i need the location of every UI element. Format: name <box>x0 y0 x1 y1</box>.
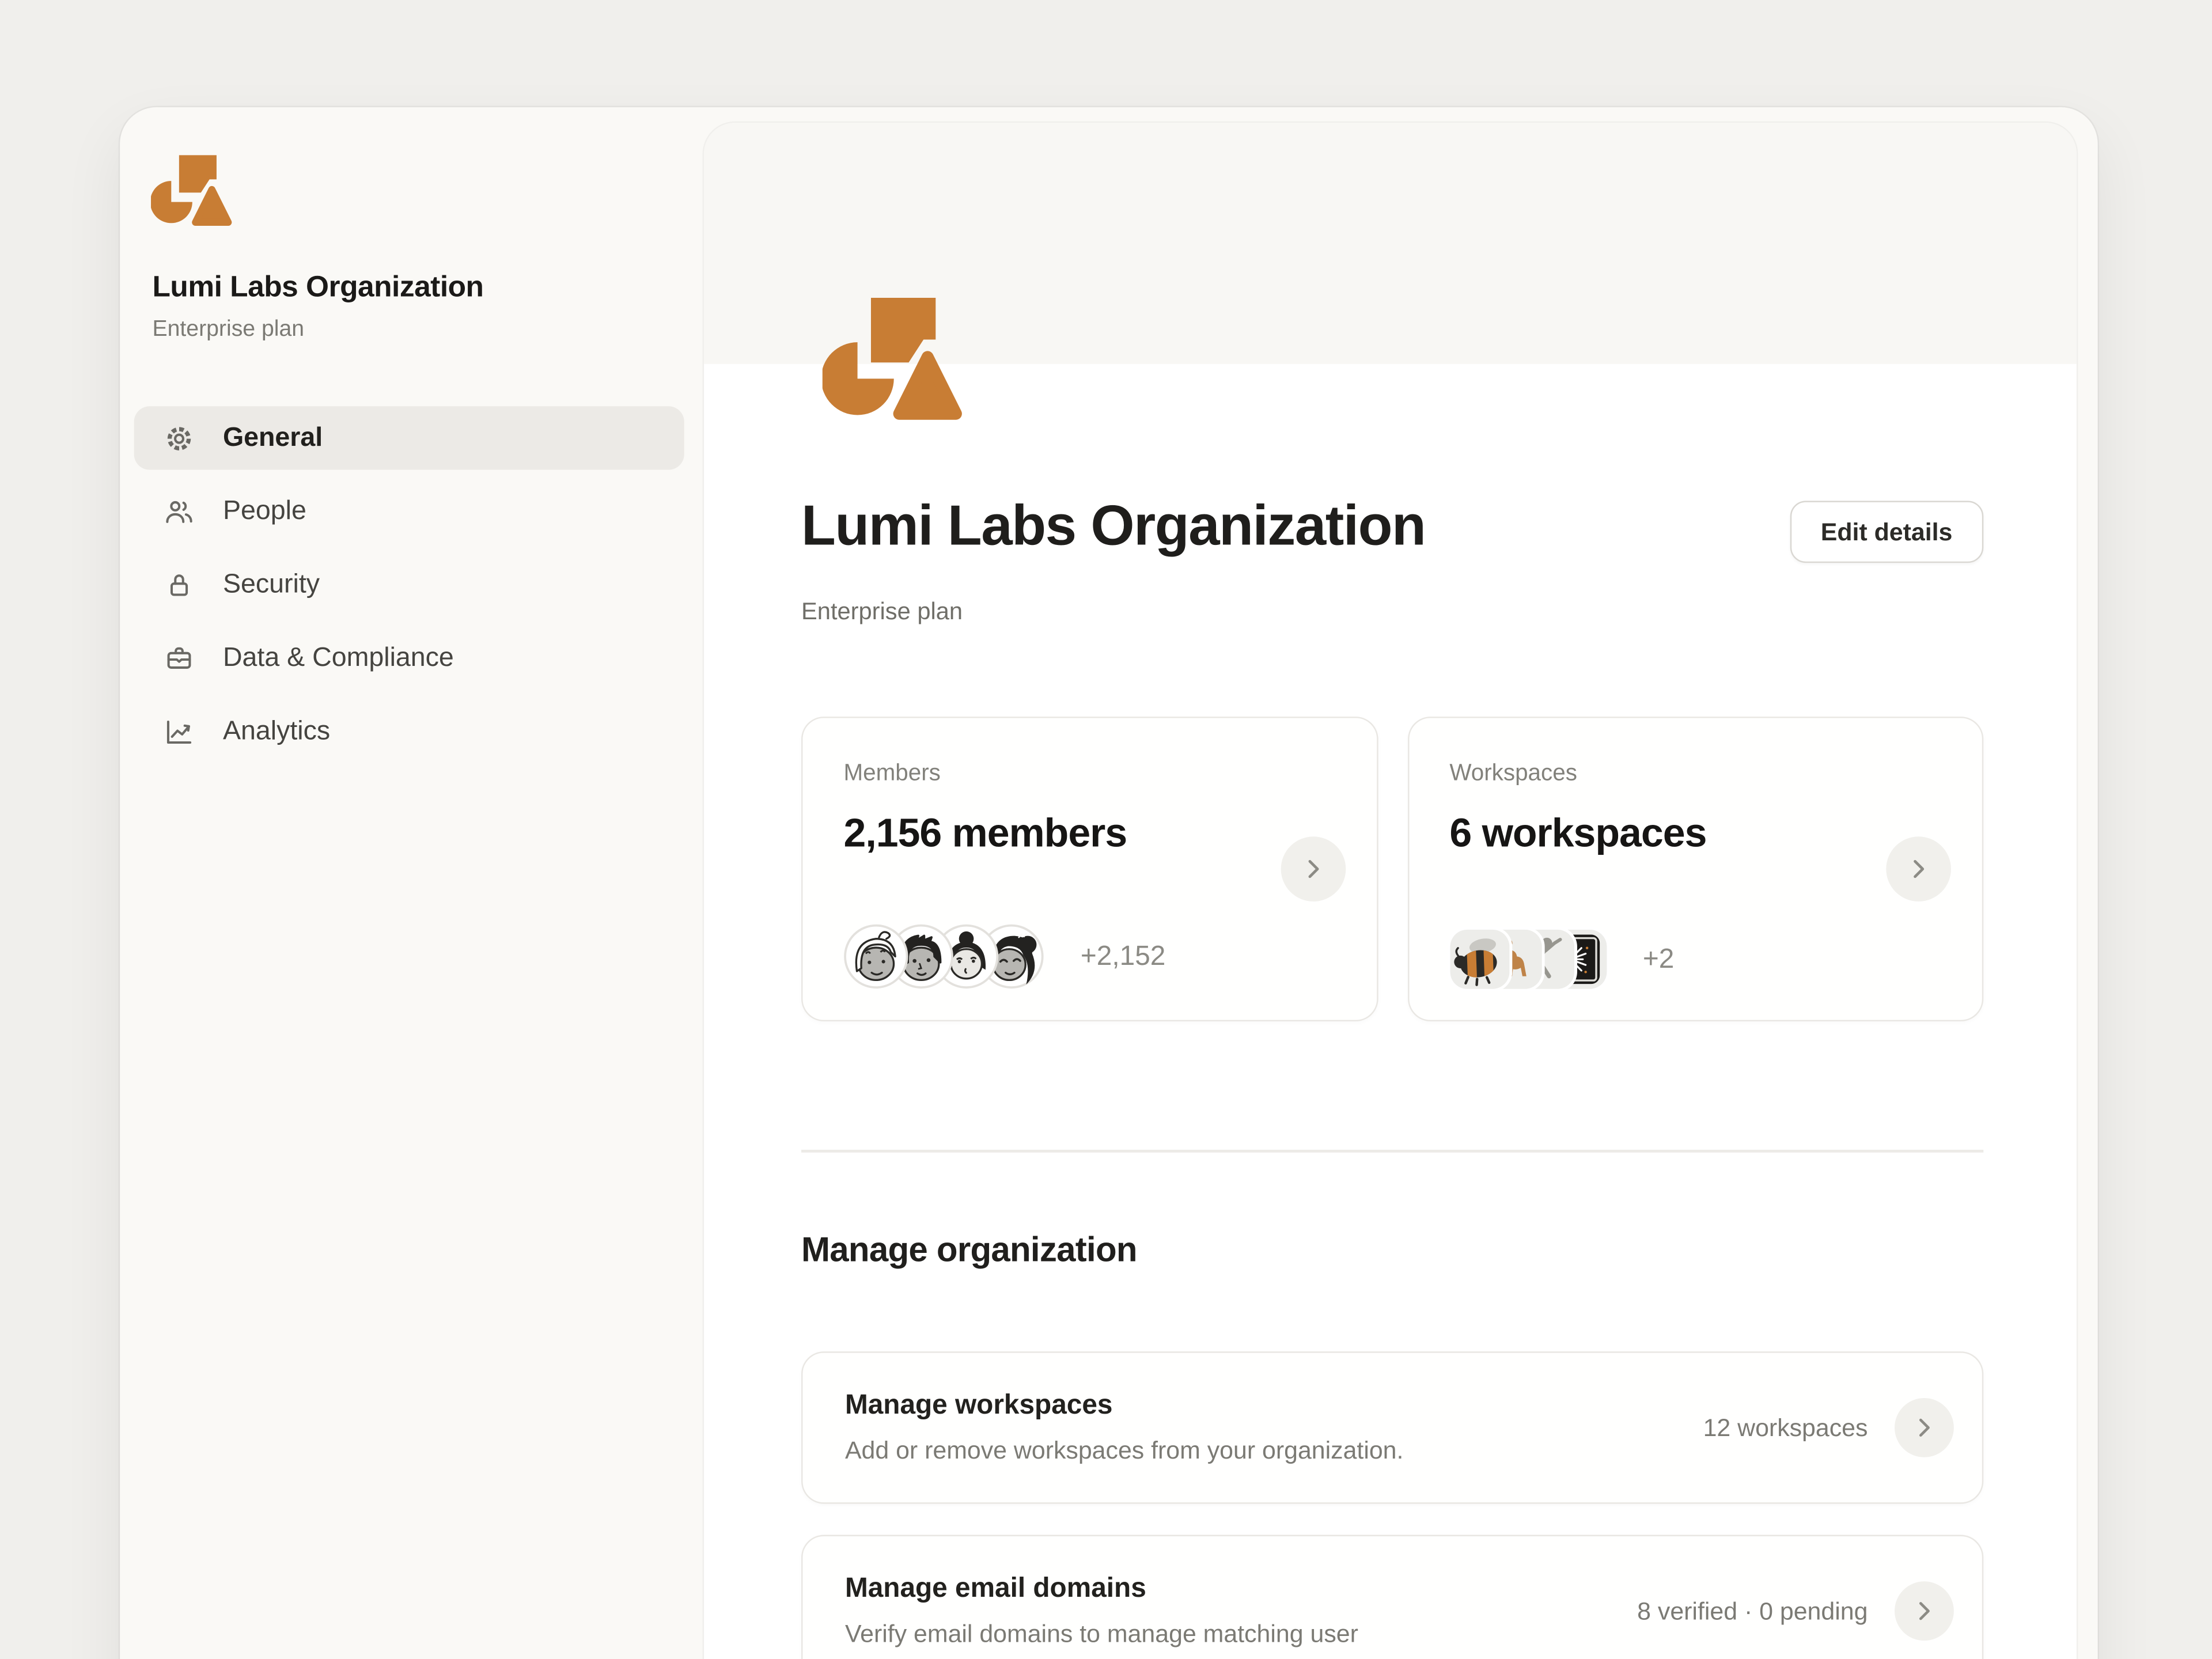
org-logo-large <box>823 296 974 426</box>
members-count: 2,156 members <box>843 811 1127 858</box>
sidebar-plan-label: Enterprise plan <box>152 317 304 343</box>
members-card[interactable]: Members 2,156 members <box>801 717 1377 1021</box>
manage-email-domains-description: Verify email domains to manage matching … <box>845 1619 1637 1649</box>
chevron-right-icon <box>1904 855 1933 883</box>
edit-details-button[interactable]: Edit details <box>1790 501 1983 563</box>
section-divider <box>801 1150 1983 1153</box>
bee-emoji-tile <box>1449 930 1509 989</box>
sidebar-item-people[interactable]: People <box>134 480 684 543</box>
chevron-right-icon <box>1910 1414 1938 1442</box>
page-title: Lumi Labs Organization <box>801 495 1425 559</box>
members-card-label: Members <box>843 760 940 787</box>
manage-email-domains-title: Manage email domains <box>845 1573 1637 1605</box>
manage-email-domains-meta: 8 verified · 0 pending <box>1637 1596 1868 1626</box>
sidebar-item-analytics[interactable]: Analytics <box>134 700 684 763</box>
manage-workspaces-meta: 12 workspaces <box>1703 1413 1868 1442</box>
sidebar-item-label: People <box>223 496 306 527</box>
stat-cards: Members 2,156 members <box>801 717 1983 1021</box>
members-overflow-count: +2,152 <box>1081 940 1165 972</box>
sidebar: Lumi Labs Organization Enterprise plan G… <box>120 107 704 1659</box>
members-chevron-button[interactable] <box>1280 836 1345 902</box>
workspaces-card[interactable]: Workspaces 6 workspaces <box>1407 717 1983 1021</box>
manage-rows: Manage workspaces Add or remove workspac… <box>801 1351 1983 1659</box>
sidebar-item-label: Analytics <box>223 716 330 747</box>
manage-email-domains-chevron-button[interactable] <box>1895 1581 1954 1641</box>
sidebar-item-security[interactable]: Security <box>134 553 684 616</box>
manage-workspaces-chevron-button[interactable] <box>1895 1398 1954 1457</box>
sidebar-item-data-compliance[interactable]: Data & Compliance <box>134 626 684 690</box>
workspaces-chevron-button[interactable] <box>1886 836 1951 902</box>
plan-label: Enterprise plan <box>801 598 963 626</box>
app-frame: Lumi Labs Organization Enterprise plan G… <box>120 107 2097 1659</box>
sidebar-org-name: Lumi Labs Organization <box>152 271 483 305</box>
chevron-right-icon <box>1910 1597 1938 1625</box>
sidebar-item-general[interactable]: General <box>134 406 684 469</box>
gear-icon <box>164 422 195 453</box>
member-avatar-1 <box>843 924 908 989</box>
manage-workspaces-row[interactable]: Manage workspaces Add or remove workspac… <box>801 1351 1983 1503</box>
sidebar-item-label: Data & Compliance <box>223 643 454 674</box>
workspaces-card-label: Workspaces <box>1449 760 1577 787</box>
chart-icon <box>164 716 195 747</box>
sidebar-item-label: General <box>223 422 323 453</box>
org-logo-icon <box>151 154 238 230</box>
lock-icon <box>164 569 195 600</box>
chevron-right-icon <box>1298 855 1327 883</box>
workspaces-overflow-count: +2 <box>1643 943 1674 975</box>
people-icon <box>164 496 195 527</box>
manage-workspaces-title: Manage workspaces <box>845 1389 1703 1422</box>
briefcase-icon <box>164 643 195 674</box>
sidebar-nav: General People <box>134 406 684 773</box>
manage-organization-heading: Manage organization <box>801 1232 1137 1271</box>
manage-workspaces-description: Add or remove workspaces from your organ… <box>845 1436 1703 1465</box>
workspaces-count: 6 workspaces <box>1449 811 1706 858</box>
app-screenshot: Lumi Labs Organization Enterprise plan G… <box>0 0 2212 1659</box>
manage-email-domains-row[interactable]: Manage email domains Verify email domain… <box>801 1535 1983 1659</box>
main-panel: Lumi Labs Organization Edit details Ente… <box>704 123 2077 1659</box>
sidebar-item-label: Security <box>223 569 320 600</box>
